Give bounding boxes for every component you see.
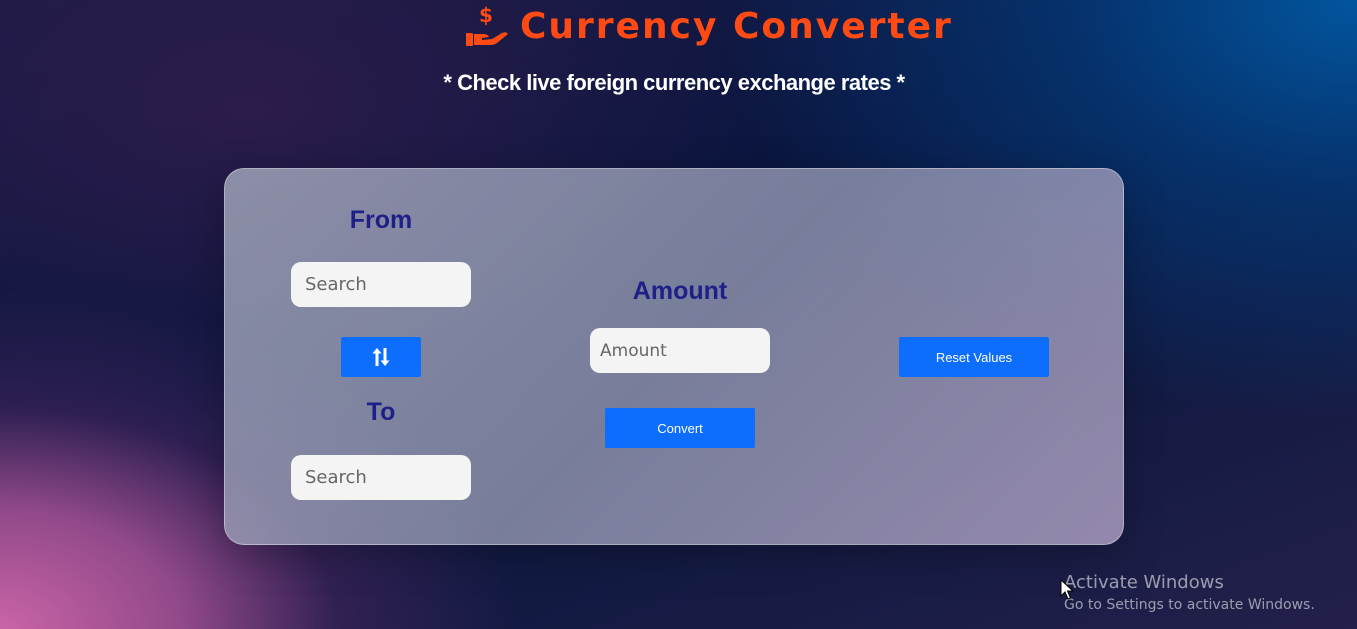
converter-card: From To Amount Convert Reset Values [224,168,1124,545]
swap-vertical-arrows-icon [372,348,390,366]
app-subtitle: * Check live foreign currency exchange r… [443,70,905,95]
swap-currencies-button[interactable] [341,337,421,377]
windows-activation-watermark: Activate Windows Go to Settings to activ… [1064,572,1315,616]
reset-values-button[interactable]: Reset Values [899,337,1049,377]
from-currency-search-input[interactable] [291,262,471,307]
amount-label: Amount [632,277,728,305]
from-label: From [349,206,413,234]
amount-input[interactable] [590,328,770,373]
app-header: $ Currency Converter [464,2,953,50]
mouse-pointer-icon [1060,579,1074,600]
watermark-title: Activate Windows [1064,572,1224,593]
svg-text:$: $ [479,3,493,27]
app-title: Currency Converter [520,5,953,47]
to-currency-search-input[interactable] [291,455,471,500]
hand-holding-dollar-icon: $ [466,3,508,46]
to-label: To [366,398,396,426]
watermark-subtitle: Go to Settings to activate Windows. [1064,597,1315,613]
convert-button[interactable]: Convert [605,408,755,448]
